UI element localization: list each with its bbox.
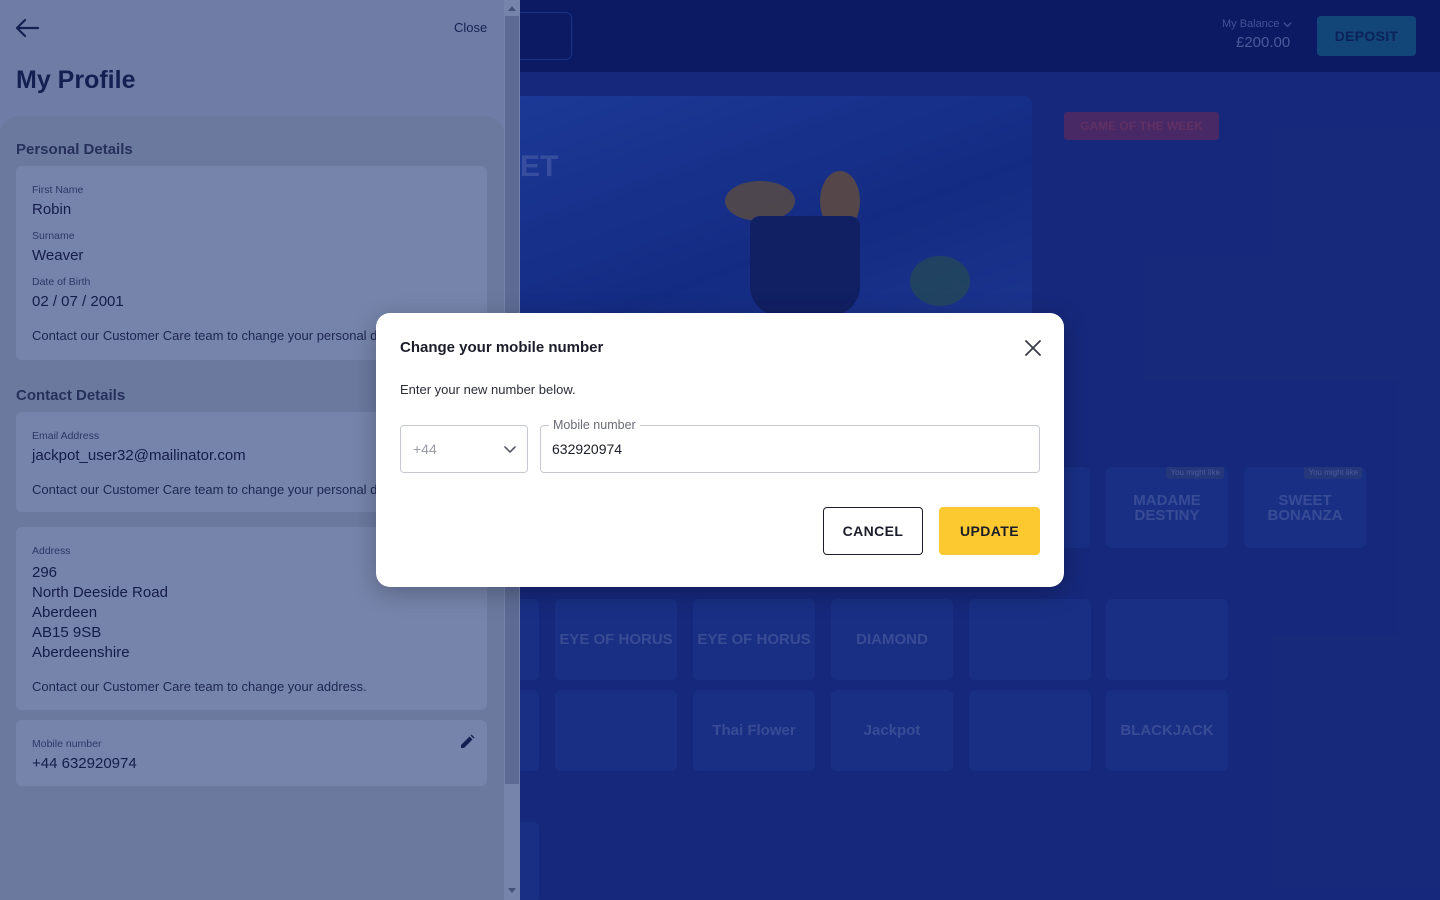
- close-link[interactable]: Close: [454, 20, 487, 35]
- address-line: North Deeside Road: [32, 584, 168, 601]
- close-icon[interactable]: [1022, 337, 1044, 359]
- surname-label: Surname: [32, 230, 75, 242]
- email-note: Contact our Customer Care team to change…: [32, 482, 412, 497]
- personal-note: Contact our Customer Care team to change…: [32, 328, 412, 343]
- mobile-card: Mobile number +44 632920974: [16, 720, 487, 786]
- address-label: Address: [32, 545, 71, 557]
- modal-title: Change your mobile number: [400, 339, 604, 356]
- mobile-number-field[interactable]: Mobile number: [540, 418, 1040, 473]
- section-title-personal: Personal Details: [16, 141, 133, 158]
- page-title: My Profile: [16, 66, 136, 94]
- scroll-down-arrow-icon[interactable]: [508, 888, 516, 893]
- address-line: 296: [32, 564, 58, 581]
- first-name-value: Robin: [32, 201, 72, 218]
- email-label: Email Address: [32, 430, 100, 442]
- email-value: jackpot_user32@mailinator.com: [32, 447, 246, 464]
- address-line: AB15 9SB: [32, 624, 102, 641]
- address-line: Aberdeenshire: [32, 644, 130, 661]
- mobile-label: Mobile number: [32, 738, 102, 750]
- address-line: Aberdeen: [32, 604, 98, 621]
- back-arrow-icon[interactable]: [14, 16, 40, 40]
- update-button[interactable]: UPDATE: [939, 507, 1040, 555]
- address-note: Contact our Customer Care team to change…: [32, 679, 367, 694]
- scroll-up-arrow-icon[interactable]: [508, 6, 516, 11]
- pencil-edit-icon[interactable]: [459, 734, 475, 750]
- surname-value: Weaver: [32, 247, 84, 264]
- mobile-number-label: Mobile number: [549, 418, 640, 432]
- modal-description: Enter your new number below.: [400, 382, 576, 397]
- cancel-button[interactable]: CANCEL: [823, 507, 923, 555]
- dob-value: 02 / 07 / 2001: [32, 293, 124, 310]
- change-mobile-modal: Change your mobile number Enter your new…: [376, 313, 1064, 587]
- chevron-down-icon: [504, 446, 516, 453]
- first-name-label: First Name: [32, 184, 84, 196]
- mobile-value: +44 632920974: [32, 755, 137, 772]
- country-code-select[interactable]: +44: [400, 425, 528, 473]
- mobile-number-input[interactable]: [552, 438, 1022, 460]
- dob-label: Date of Birth: [32, 276, 91, 288]
- country-code-value: +44: [413, 441, 437, 457]
- section-title-contact: Contact Details: [16, 387, 126, 404]
